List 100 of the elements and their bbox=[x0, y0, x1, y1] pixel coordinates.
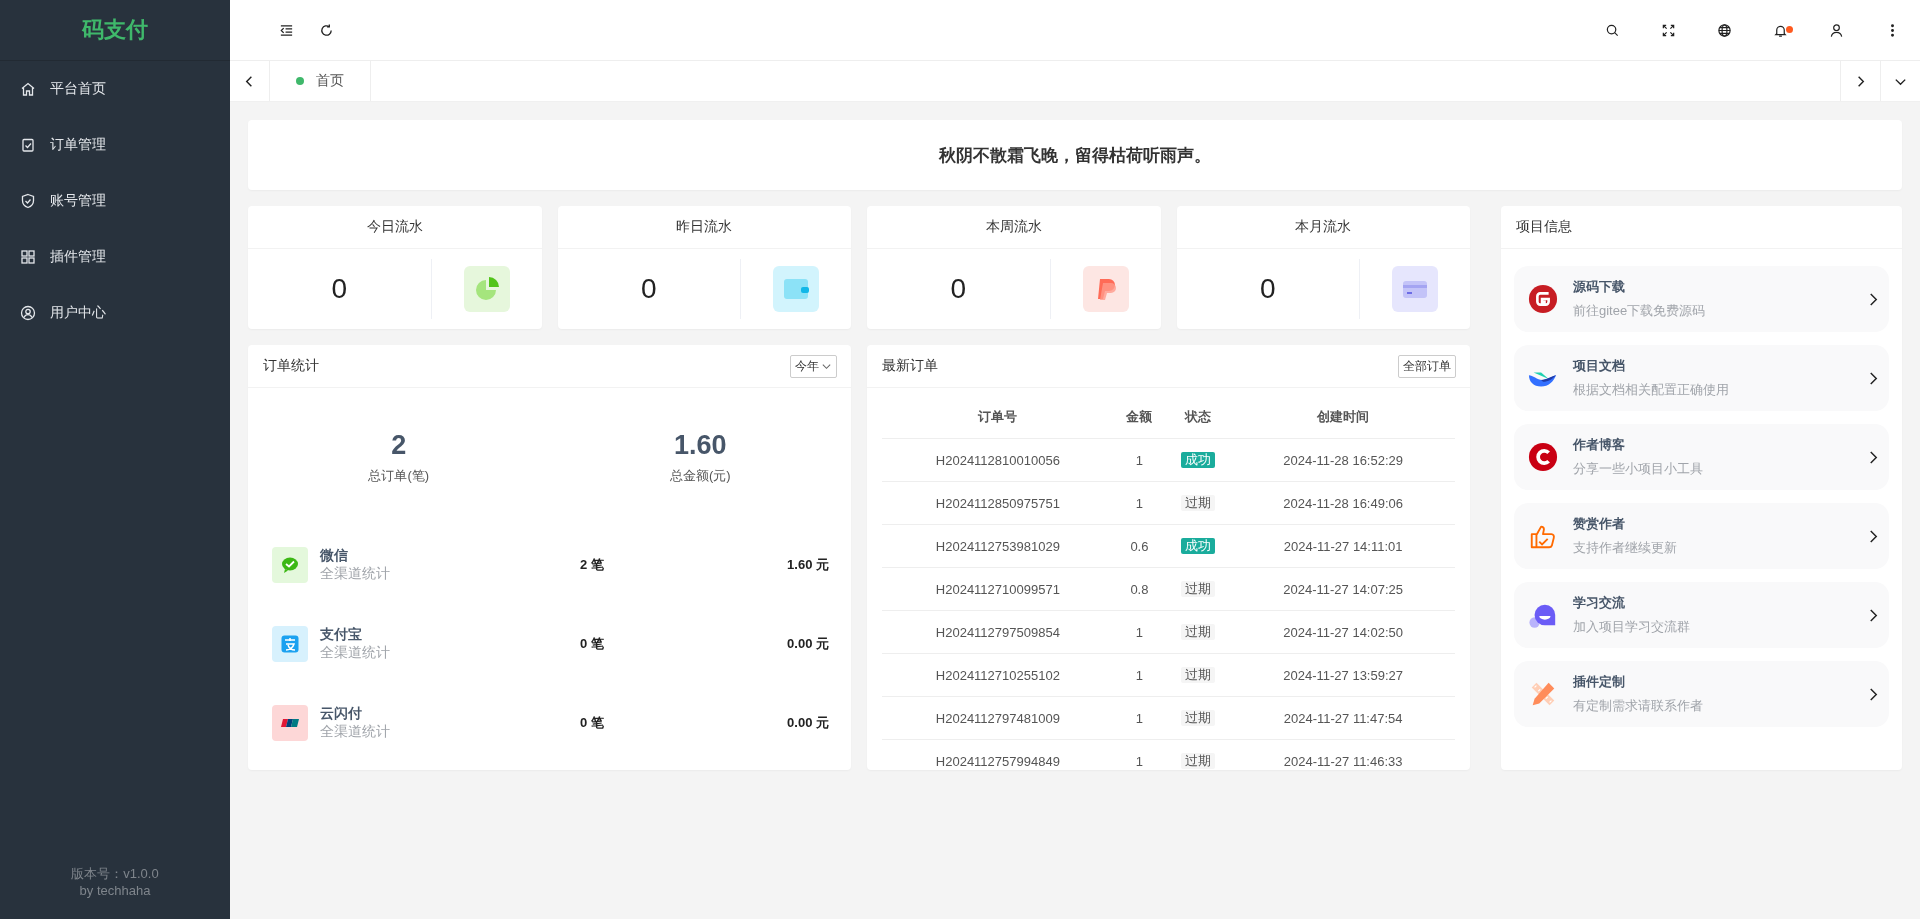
shield-icon bbox=[20, 193, 36, 209]
link-description: 加入项目学习交流群 bbox=[1573, 618, 1691, 636]
stat-title: 本月流水 bbox=[1176, 206, 1470, 249]
clipboard-icon bbox=[20, 137, 36, 153]
alipay-icon bbox=[272, 625, 308, 662]
channel-name: 支付宝 bbox=[320, 625, 363, 644]
channel-subtitle: 全渠道统计 bbox=[320, 722, 391, 741]
table-cell: 2024-11-27 13:59:27 bbox=[1231, 653, 1455, 697]
table-cell: 2024-11-27 11:47:54 bbox=[1231, 696, 1455, 740]
channel-name: 云闪付 bbox=[320, 704, 363, 723]
table-cell: H2024112850975751 bbox=[882, 481, 1114, 525]
project-link[interactable]: 源码下载 前往gitee下载免费源码 bbox=[1514, 266, 1889, 332]
table-cell: 2024-11-28 16:49:06 bbox=[1231, 481, 1455, 525]
search-icon[interactable] bbox=[1604, 22, 1620, 38]
project-link[interactable]: 作者博客 分享一些小项目小工具 bbox=[1514, 424, 1889, 490]
stat-value: 0 bbox=[639, 273, 658, 305]
channel-count: 0 笔 bbox=[580, 634, 605, 653]
card-icon bbox=[1392, 266, 1438, 312]
channel-amount: 1.60 元 bbox=[786, 555, 829, 574]
column-header: 订单号 bbox=[882, 396, 1114, 439]
sidebar-item[interactable]: 订单管理 bbox=[0, 117, 230, 173]
author-text: by techhaha bbox=[78, 882, 152, 899]
table-cell: 1 bbox=[1113, 481, 1166, 525]
table-cell: 1 bbox=[1113, 739, 1166, 782]
wallet-icon bbox=[773, 266, 819, 312]
table-cell: 2024-11-28 16:52:29 bbox=[1231, 438, 1455, 482]
column-header: 创建时间 bbox=[1231, 396, 1455, 439]
status-tag: 过期 bbox=[1181, 581, 1216, 597]
stat-title: 昨日流水 bbox=[557, 206, 851, 249]
project-link[interactable]: 学习交流 加入项目学习交流群 bbox=[1514, 582, 1889, 648]
link-title: 项目文档 bbox=[1573, 357, 1626, 375]
sidebar-item[interactable]: 账号管理 bbox=[0, 173, 230, 229]
status-tag: 过期 bbox=[1181, 710, 1216, 726]
table-cell: H2024112710099571 bbox=[882, 567, 1114, 611]
status-tag: 成功 bbox=[1181, 538, 1216, 554]
channel-amount: 0.00 元 bbox=[786, 634, 829, 653]
period-select[interactable]: 今年 bbox=[790, 354, 837, 378]
grid-icon bbox=[20, 249, 36, 265]
refresh-icon[interactable] bbox=[318, 22, 334, 38]
chevron-right-icon bbox=[1868, 449, 1879, 465]
channel-count: 0 笔 bbox=[580, 713, 605, 732]
chevron-right-icon bbox=[1868, 370, 1879, 386]
table-cell: 0.8 bbox=[1113, 567, 1166, 611]
link-title: 源码下载 bbox=[1573, 278, 1626, 296]
channel-count: 2 笔 bbox=[580, 555, 605, 574]
column-header: 金额 bbox=[1113, 396, 1166, 439]
chevron-right-icon bbox=[1868, 528, 1879, 544]
chevron-right-icon bbox=[1868, 291, 1879, 307]
user-icon[interactable] bbox=[1828, 22, 1844, 38]
home-icon bbox=[20, 81, 36, 97]
link-description: 根据文档相关配置正确使用 bbox=[1573, 381, 1730, 399]
table-cell: 1 bbox=[1113, 610, 1166, 654]
all-orders-button[interactable]: 全部订单 bbox=[1398, 354, 1456, 378]
table-cell: H2024112810010056 bbox=[882, 438, 1114, 482]
fullscreen-icon[interactable] bbox=[1660, 22, 1676, 38]
total-orders-label: 总订单(笔) bbox=[367, 467, 431, 485]
channel-amount: 0.00 元 bbox=[786, 713, 829, 732]
user-icon bbox=[20, 305, 36, 321]
stat-value: 0 bbox=[1258, 273, 1277, 305]
link-title: 插件定制 bbox=[1573, 673, 1626, 691]
blog-logo-icon bbox=[1528, 442, 1558, 472]
project-link[interactable]: 插件定制 有定制需求请联系作者 bbox=[1514, 661, 1889, 727]
sidebar-item[interactable]: 插件管理 bbox=[0, 229, 230, 285]
chevron-right-icon bbox=[1868, 686, 1879, 702]
channel-subtitle: 全渠道统计 bbox=[320, 564, 391, 583]
pie-chart-icon bbox=[463, 266, 510, 312]
project-link[interactable]: 赞赏作者 支持作者继续更新 bbox=[1514, 503, 1889, 569]
table-cell: 2024-11-27 14:02:50 bbox=[1231, 610, 1455, 654]
link-description: 分享一些小项目小工具 bbox=[1573, 460, 1704, 478]
paypal-icon bbox=[1082, 266, 1129, 312]
total-amount-label: 总金额(元) bbox=[668, 467, 732, 485]
menu-fold-icon[interactable] bbox=[278, 22, 294, 38]
table-cell: H2024112797481009 bbox=[882, 696, 1114, 740]
table-cell: 1 bbox=[1113, 438, 1166, 482]
table-cell: 2024-11-27 14:11:01 bbox=[1231, 524, 1455, 568]
version-text: 版本号：v1.0.0 bbox=[70, 865, 160, 882]
globe-icon[interactable] bbox=[1716, 22, 1732, 38]
link-title: 赞赏作者 bbox=[1573, 515, 1626, 533]
panel-title: 最新订单 bbox=[882, 357, 938, 375]
total-orders-value: 2 bbox=[390, 430, 408, 461]
status-tag: 过期 bbox=[1181, 495, 1216, 511]
stat-title: 今日流水 bbox=[248, 206, 542, 249]
link-description: 有定制需求请联系作者 bbox=[1573, 697, 1704, 715]
panel-title: 订单统计 bbox=[263, 357, 319, 375]
channel-subtitle: 全渠道统计 bbox=[320, 643, 391, 662]
channel-name: 微信 bbox=[320, 546, 349, 565]
link-title: 学习交流 bbox=[1573, 594, 1626, 612]
chevron-right-icon bbox=[1868, 607, 1879, 623]
sidebar-item[interactable]: 用户中心 bbox=[0, 285, 230, 341]
status-tag: 过期 bbox=[1181, 753, 1216, 769]
chat-bubble-icon bbox=[272, 546, 308, 583]
table-cell: 2024-11-27 14:07:25 bbox=[1231, 567, 1455, 611]
table-cell: 2024-11-27 11:46:33 bbox=[1231, 739, 1455, 782]
sidebar-item[interactable]: 平台首页 bbox=[0, 61, 230, 117]
stat-title: 本周流水 bbox=[867, 206, 1161, 249]
link-description: 支持作者继续更新 bbox=[1573, 539, 1678, 557]
project-link[interactable]: 项目文档 根据文档相关配置正确使用 bbox=[1514, 345, 1889, 411]
status-tag: 成功 bbox=[1181, 452, 1216, 468]
stat-value: 0 bbox=[330, 273, 349, 305]
table-cell: 0.6 bbox=[1113, 524, 1166, 568]
